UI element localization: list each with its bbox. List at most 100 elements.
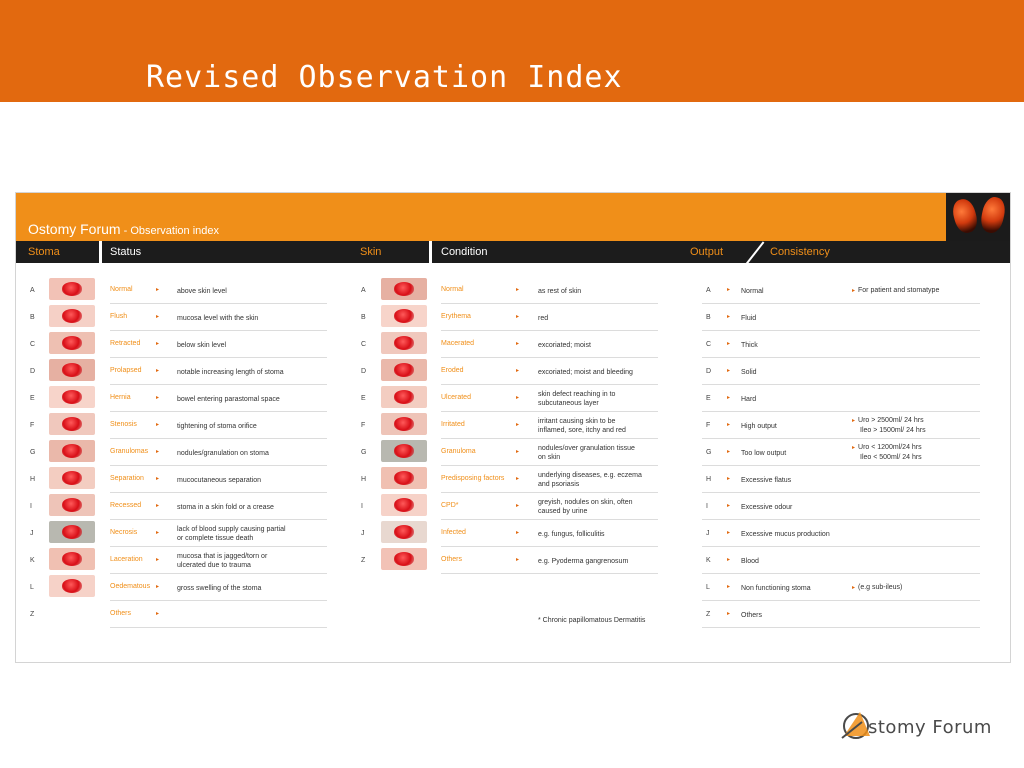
row-divider: [702, 384, 980, 385]
stoma-bag-photo: [946, 193, 1010, 241]
row-letter: I: [361, 503, 363, 510]
arrow-icon: ▸: [727, 449, 731, 455]
arrow-icon: ▸: [727, 476, 731, 482]
row-description: red: [538, 315, 549, 322]
row-description: mucocutaneous separation: [177, 477, 262, 484]
row-letter: G: [706, 449, 712, 456]
row-divider: [110, 519, 327, 520]
row-letter: K: [30, 557, 35, 564]
row-letter: G: [361, 449, 367, 456]
row-divider: [441, 330, 658, 331]
arrow-icon: ▸: [516, 476, 520, 482]
row-divider: [702, 438, 980, 439]
output-label: Blood: [741, 558, 759, 565]
arrow-icon: ▸: [156, 422, 160, 428]
stoma-photo: [49, 440, 95, 462]
stoma-term: Hernia: [110, 394, 131, 401]
arrow-icon: ▸: [156, 584, 160, 590]
row-letter: I: [706, 503, 708, 510]
row-letter: C: [706, 341, 712, 348]
row-divider: [702, 519, 980, 520]
row-letter: D: [706, 368, 712, 375]
row-description: lack of blood supply causing partial or c…: [177, 526, 286, 542]
row-letter: B: [30, 314, 35, 321]
header-divider: [99, 241, 102, 263]
arrow-icon: ▸: [727, 584, 731, 590]
stoma-photo: [49, 386, 95, 408]
stoma-term: Flush: [110, 313, 128, 320]
row-letter: J: [361, 530, 365, 537]
stoma-photo: [49, 332, 95, 354]
row-description: stoma in a skin fold or a crease: [177, 504, 274, 511]
row-letter: A: [361, 287, 366, 294]
arrow-icon: ▸: [156, 395, 160, 401]
row-divider: [702, 627, 980, 628]
row-letter: E: [706, 395, 711, 402]
skin-term: Normal: [441, 286, 464, 293]
row-divider: [702, 465, 980, 466]
row-description: nodules/over granulation tissue on skin: [538, 445, 635, 461]
arrow-icon: ▸: [727, 503, 731, 509]
output-label: High output: [741, 423, 777, 430]
stoma-photo: [49, 548, 95, 570]
arrow-icon: ▸: [516, 314, 520, 320]
skin-term: Erythema: [441, 313, 471, 320]
stoma-term: Laceration: [110, 556, 143, 563]
arrow-icon: ▸: [852, 585, 856, 591]
arrow-icon: ▸: [852, 418, 856, 424]
row-description: bowel entering parastomal space: [177, 396, 280, 403]
arrow-icon: ▸: [156, 503, 160, 509]
row-description: gross swelling of the stoma: [177, 585, 262, 592]
row-divider: [110, 546, 327, 547]
stoma-photo: [49, 467, 95, 489]
row-letter: E: [30, 395, 35, 402]
row-letter: B: [706, 314, 711, 321]
row-divider: [110, 627, 327, 628]
arrow-icon: ▸: [852, 288, 856, 294]
row-divider: [441, 573, 658, 574]
row-letter: L: [30, 584, 34, 591]
arrow-icon: ▸: [727, 341, 731, 347]
row-divider: [702, 303, 980, 304]
header-stoma: Stoma: [28, 246, 60, 258]
arrow-icon: ▸: [156, 287, 160, 293]
row-divider: [441, 465, 658, 466]
row-letter: G: [30, 449, 36, 456]
skin-photo: [381, 386, 427, 408]
row-description: e.g. Pyoderma gangrenosum: [538, 558, 629, 565]
row-divider: [441, 303, 658, 304]
header-consistency: Consistency: [770, 246, 830, 258]
row-letter: F: [361, 422, 366, 429]
row-description: above skin level: [177, 288, 227, 295]
stoma-term: Retracted: [110, 340, 141, 347]
row-letter: I: [30, 503, 32, 510]
row-letter: L: [706, 584, 710, 591]
stoma-term: Prolapsed: [110, 367, 142, 374]
arrow-icon: ▸: [516, 368, 520, 374]
stoma-photo: [49, 278, 95, 300]
row-description: e.g. fungus, folliculitis: [538, 531, 605, 538]
row-letter: J: [30, 530, 34, 537]
stoma-photo: [49, 575, 95, 597]
row-description: tightening of stoma orifice: [177, 423, 257, 430]
stoma-term: Separation: [110, 475, 144, 482]
arrow-icon: ▸: [156, 314, 160, 320]
row-description: nodules/granulation on stoma: [177, 450, 269, 457]
header-output: Output: [690, 246, 724, 258]
arrow-icon: ▸: [156, 611, 160, 617]
output-label: Excessive odour: [741, 504, 793, 511]
row-description: irritant causing skin to be inflamed, sor…: [538, 418, 626, 434]
ostomy-forum-logo: stomy Forum: [840, 706, 1000, 746]
stoma-photo: [49, 521, 95, 543]
skin-photo: [381, 413, 427, 435]
arrow-icon: ▸: [727, 611, 731, 617]
output-label: Thick: [741, 342, 758, 349]
row-divider: [702, 546, 980, 547]
row-divider: [441, 411, 658, 412]
arrow-icon: ▸: [516, 449, 520, 455]
skin-term: Eroded: [441, 367, 464, 374]
arrow-icon: ▸: [727, 287, 731, 293]
skin-photo: [381, 548, 427, 570]
arrow-icon: ▸: [727, 530, 731, 536]
row-divider: [110, 573, 327, 574]
